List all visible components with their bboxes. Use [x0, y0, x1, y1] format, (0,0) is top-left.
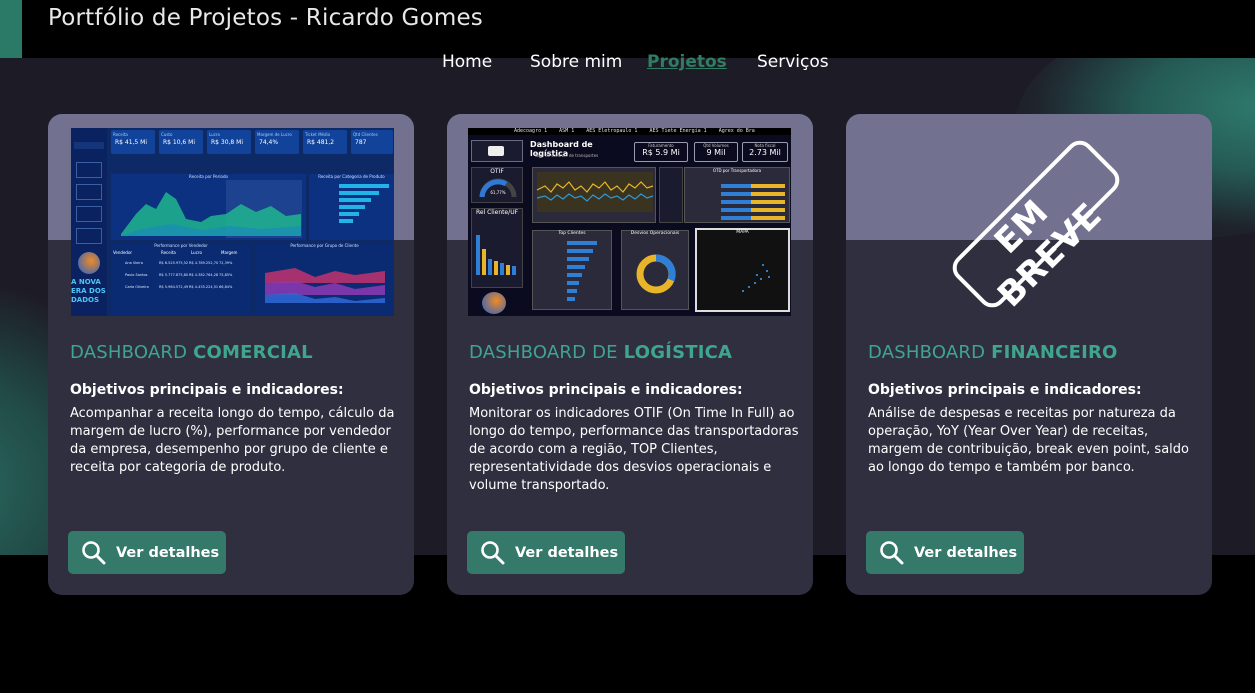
- main-nav: Home Sobre mim Projetos Serviços: [0, 52, 1255, 76]
- card-description: Monitorar os indicadores OTIF (On Time I…: [469, 406, 799, 493]
- ver-detalhes-button[interactable]: Ver detalhes: [68, 531, 226, 574]
- portfolio-page: Portfólio de Projetos - Ricardo Gomes Ho…: [0, 0, 1255, 693]
- nav-projetos[interactable]: Projetos: [647, 52, 727, 72]
- header: Portfólio de Projetos - Ricardo Gomes: [0, 0, 1255, 58]
- nav-sobre-mim[interactable]: Sobre mim: [530, 52, 622, 72]
- button-label: Ver detalhes: [515, 544, 619, 561]
- dashboard-logistica-thumbnail[interactable]: Adecoagro 1 ASM 1 AES Eletropaulo 1 AES …: [468, 128, 791, 316]
- button-label: Ver detalhes: [116, 544, 220, 561]
- ver-detalhes-button[interactable]: Ver detalhes: [866, 531, 1024, 574]
- thumb-area-chart: Receita por Período: [111, 174, 306, 240]
- project-card-comercial: A NOVA ERA DOS DADOS Receita R$ 41,5 Mi C…: [48, 114, 414, 595]
- search-icon: [880, 540, 904, 564]
- card-description: Acompanhar a receita longo do tempo, cál…: [70, 406, 395, 475]
- header-accent-bar: [0, 0, 22, 58]
- thumb-subtitle: Torre de controle de transportes: [534, 153, 599, 158]
- button-label: Ver detalhes: [914, 544, 1018, 561]
- ver-detalhes-button[interactable]: Ver detalhes: [467, 531, 625, 574]
- card-description: Análise de despesas e receitas por natur…: [868, 406, 1189, 475]
- nav-home[interactable]: Home: [442, 52, 492, 72]
- em-breve-stamp: EM BREVE: [941, 129, 1131, 319]
- thumb-banner: A NOVA ERA DOS DADOS: [71, 278, 106, 304]
- project-card-logistica: Adecoagro 1 ASM 1 AES Eletropaulo 1 AES …: [447, 114, 813, 595]
- nav-servicos[interactable]: Serviços: [757, 52, 829, 72]
- card-title: DASHBOARD COMERCIAL: [70, 342, 313, 363]
- site-title: Portfólio de Projetos - Ricardo Gomes: [48, 5, 483, 31]
- card-title: DASHBOARD DE LOGÍSTICA: [469, 342, 733, 363]
- thumb-ticker: Adecoagro 1 ASM 1 AES Eletropaulo 1 AES …: [468, 128, 791, 135]
- dashboard-comercial-thumbnail[interactable]: A NOVA ERA DOS DADOS Receita R$ 41,5 Mi C…: [71, 128, 394, 316]
- thumb-kpi-row: Receita R$ 41,5 Mi Custo R$ 10,6 Mi Lucro R…: [111, 130, 394, 156]
- thumb-otd-bars: OTD por Transportadora: [684, 167, 790, 223]
- thumb-otif: OTIF 61,77%: [471, 167, 523, 203]
- card-subtitle: Objetivos principais e indicadores:: [868, 382, 1142, 398]
- thumb-line-chart: [532, 167, 656, 223]
- card-subtitle: Objetivos principais e indicadores:: [70, 382, 344, 398]
- thumb-logo: [482, 292, 506, 314]
- thumb-vendedor-table: Performance por Vendedor Vendedor Receita…: [111, 243, 251, 316]
- thumb-mapa: MAPA: [695, 228, 790, 312]
- search-icon: [82, 540, 106, 564]
- card-title: DASHBOARD FINANCEIRO: [868, 342, 1118, 363]
- thumb-category-bars: Receita por Categoria de Produto: [309, 174, 394, 240]
- thumb-group-chart: Performance por Grupo de Cliente: [255, 243, 394, 316]
- thumb-desvios: Desvios Operacionais: [621, 230, 689, 310]
- search-icon: [481, 540, 505, 564]
- project-card-financeiro: EM BREVE DASHBOARD FINANCEIRO Objetivos …: [846, 114, 1212, 595]
- thumb-top-clientes: Top Clientes: [532, 230, 612, 310]
- thumb-rel-cliente: Rel Cliente/UF: [471, 208, 523, 288]
- card-subtitle: Objetivos principais e indicadores:: [469, 382, 743, 398]
